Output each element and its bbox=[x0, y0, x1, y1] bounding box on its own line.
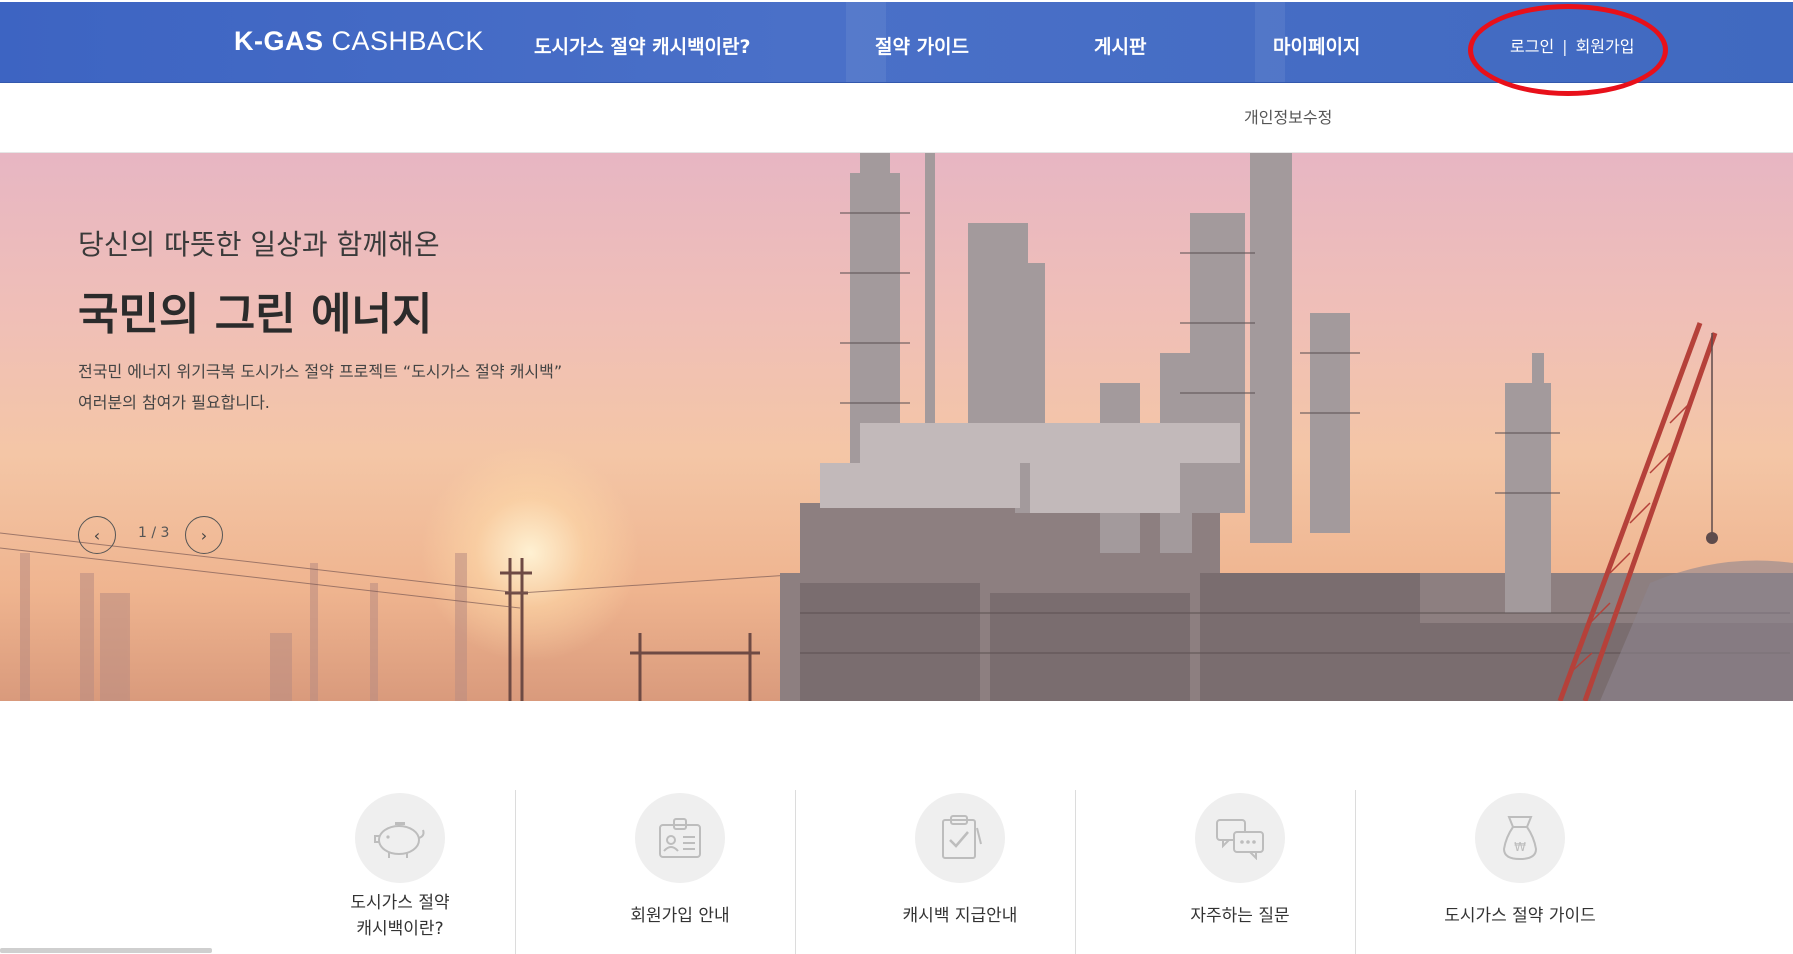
slider-prev-button[interactable]: ‹ bbox=[78, 516, 116, 554]
quick-menu: 도시가스 절약 캐시백이란? 회원가입 안내 캐시백 지급안내 자주하는 질문 … bbox=[255, 790, 1655, 954]
quick-item-label: 도시가스 절약 가이드 bbox=[1375, 890, 1665, 929]
quick-item-faq[interactable]: 자주하는 질문 bbox=[1095, 790, 1375, 954]
hero-description: 전국민 에너지 위기극복 도시가스 절약 프로젝트 “도시가스 절약 캐시백” … bbox=[78, 356, 562, 418]
quick-label-line1: 캐시백 지급안내 bbox=[902, 906, 1018, 926]
quick-label-line1: 도시가스 절약 bbox=[350, 893, 450, 913]
top-header: K-GAS CASHBACK 도시가스 절약 캐시백이란? 절약 가이드 게시판 … bbox=[0, 2, 1793, 83]
quick-icon-circle bbox=[355, 793, 445, 883]
quick-label-line1: 도시가스 절약 가이드 bbox=[1444, 906, 1596, 926]
quick-icon-circle: ₩ bbox=[1475, 793, 1565, 883]
quick-icon-circle bbox=[1195, 793, 1285, 883]
login-link[interactable]: 로그인 bbox=[1510, 37, 1554, 56]
quick-divider bbox=[1355, 790, 1356, 954]
slider-next-button[interactable]: › bbox=[185, 516, 223, 554]
quick-divider bbox=[1075, 790, 1076, 954]
auth-links: 로그인 | 회원가입 bbox=[1510, 33, 1634, 57]
svg-text:₩: ₩ bbox=[1514, 840, 1526, 854]
quick-icon-circle bbox=[635, 793, 725, 883]
quick-item-label: 캐시백 지급안내 bbox=[815, 890, 1105, 929]
auth-separator: | bbox=[1562, 37, 1568, 56]
quick-label-line1: 회원가입 안내 bbox=[630, 906, 730, 926]
chevron-right-icon: › bbox=[200, 525, 208, 545]
site-logo[interactable]: K-GAS CASHBACK bbox=[234, 26, 484, 57]
submenu-edit-profile[interactable]: 개인정보수정 bbox=[1244, 104, 1332, 128]
hero-description-line2: 여러분의 참여가 필요합니다. bbox=[78, 393, 270, 412]
quick-item-about-cashback[interactable]: 도시가스 절약 캐시백이란? bbox=[255, 790, 535, 954]
quick-divider bbox=[515, 790, 516, 954]
hero-title: 국민의 그린 에너지 bbox=[78, 289, 433, 340]
quick-label-line1: 자주하는 질문 bbox=[1190, 906, 1290, 926]
quick-item-label: 도시가스 절약 캐시백이란? bbox=[255, 890, 545, 942]
quick-item-cashback-payment[interactable]: 캐시백 지급안내 bbox=[815, 790, 1095, 954]
hero-banner: 당신의 따뜻한 일상과 함께해온 국민의 그린 에너지 전국민 에너지 위기극복… bbox=[0, 153, 1793, 701]
id-card-icon bbox=[659, 818, 701, 858]
quick-icon-circle bbox=[915, 793, 1005, 883]
chat-bubbles-icon bbox=[1216, 819, 1264, 860]
horizontal-scrollbar[interactable] bbox=[0, 948, 212, 953]
logo-thin-text: CASHBACK bbox=[331, 26, 485, 56]
quick-item-saving-guide[interactable]: ₩ 도시가스 절약 가이드 bbox=[1375, 790, 1655, 954]
quick-item-label: 자주하는 질문 bbox=[1095, 890, 1385, 929]
signup-link[interactable]: 회원가입 bbox=[1576, 37, 1635, 56]
hero-description-line1: 전국민 에너지 위기극복 도시가스 절약 프로젝트 “도시가스 절약 캐시백” bbox=[78, 362, 563, 381]
money-bag-icon: ₩ bbox=[1502, 816, 1538, 861]
nav-saving-guide[interactable]: 절약 가이드 bbox=[875, 32, 969, 59]
piggy-bank-icon bbox=[374, 822, 425, 858]
slider-pager: 1 / 3 bbox=[138, 525, 170, 541]
logo-bold-text: K-GAS bbox=[234, 26, 324, 56]
quick-label-line2: 캐시백이란? bbox=[356, 919, 444, 939]
nav-mypage[interactable]: 마이페이지 bbox=[1273, 32, 1360, 59]
nav-about-cashback[interactable]: 도시가스 절약 캐시백이란? bbox=[534, 32, 751, 59]
quick-divider bbox=[795, 790, 796, 954]
quick-item-label: 회원가입 안내 bbox=[535, 890, 825, 929]
hero-subtitle: 당신의 따뜻한 일상과 함께해온 bbox=[78, 228, 440, 261]
quick-item-signup-guide[interactable]: 회원가입 안내 bbox=[535, 790, 815, 954]
chevron-left-icon: ‹ bbox=[93, 525, 101, 545]
nav-board[interactable]: 게시판 bbox=[1094, 32, 1146, 59]
clipboard-check-icon bbox=[942, 815, 982, 859]
